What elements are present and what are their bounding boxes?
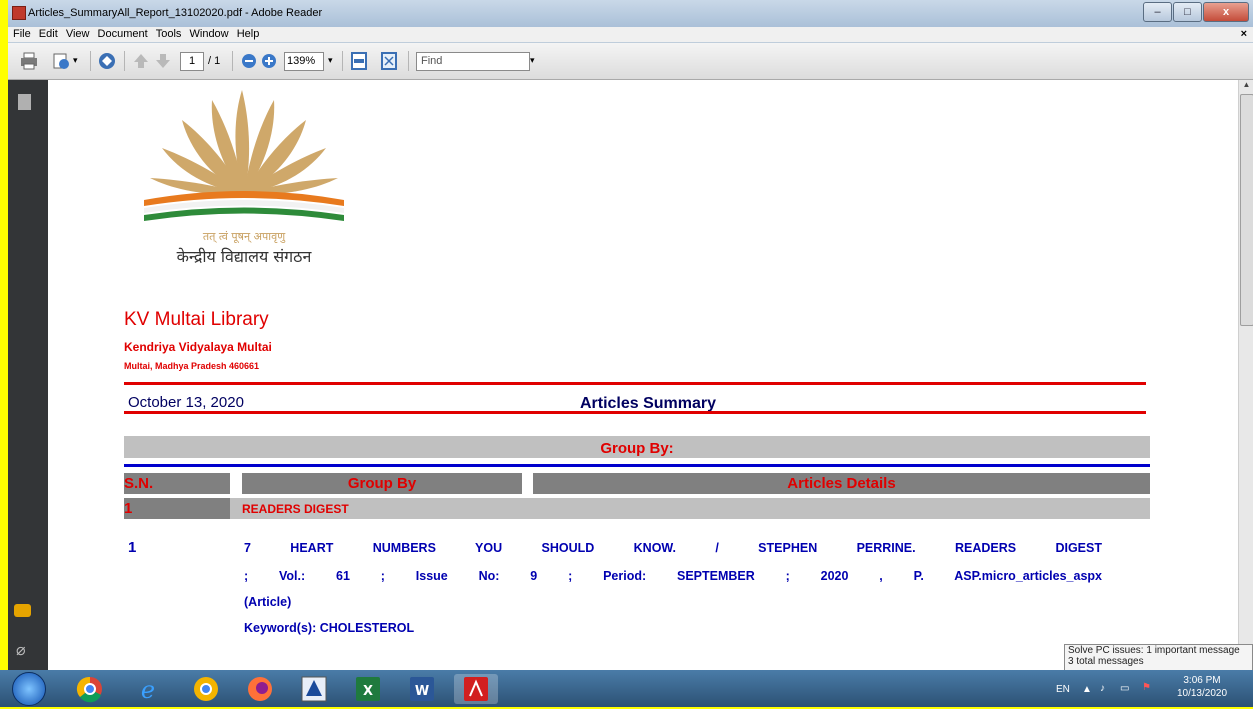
menu-view[interactable]: View <box>66 27 90 42</box>
scroll-up-icon[interactable]: ▲ <box>1239 80 1253 94</box>
adobe-reader-taskbar-icon[interactable] <box>454 674 498 704</box>
school-address: Multai, Madhya Pradesh 460661 <box>124 361 260 371</box>
toolbar-separator <box>408 51 409 71</box>
menu-edit[interactable]: Edit <box>39 27 58 42</box>
close-document-button[interactable]: × <box>1241 27 1247 42</box>
comments-panel-icon[interactable] <box>14 604 31 617</box>
report-date: October 13, 2020 <box>128 394 244 411</box>
document-page: तत् त्वं पूषन् अपावृणु केन्द्रीय विद्याल… <box>48 80 1238 670</box>
menu-window[interactable]: Window <box>190 27 229 42</box>
header-divider-bottom <box>124 411 1146 414</box>
group-name: READERS DIGEST <box>242 502 349 516</box>
menu-tools[interactable]: Tools <box>156 27 182 42</box>
collaborate-icon[interactable] <box>98 52 116 70</box>
word-taskbar-icon[interactable]: W <box>400 674 444 704</box>
toolbar-separator <box>90 51 91 71</box>
create-pdf-icon[interactable] <box>52 52 70 70</box>
logo-name: केन्द्रीय विद्यालय संगठन <box>177 247 313 266</box>
svg-text:e: e <box>141 676 155 704</box>
svg-text:X: X <box>363 684 373 699</box>
show-hidden-icons-icon[interactable]: ▲ <box>1082 684 1092 695</box>
taskbar-clock[interactable]: 3:06 PM 10/13/2020 <box>1172 674 1232 700</box>
header-sn: S.N. <box>124 473 230 494</box>
firefox-taskbar-icon[interactable] <box>238 674 282 704</box>
chrome-taskbar-icon[interactable] <box>68 674 112 704</box>
article-type: (Article) <box>244 595 292 609</box>
excel-taskbar-icon[interactable]: X <box>346 674 390 704</box>
window-title: Articles_SummaryAll_Report_13102020.pdf … <box>28 7 323 19</box>
article-keywords: Keyword(s): CHOLESTEROL <box>244 621 415 635</box>
kvs-logo: तत् त्वं पूषन् अपावृणु केन्द्रीय विद्याल… <box>144 90 344 266</box>
network-icon[interactable]: ▭ <box>1120 683 1129 694</box>
minimize-button[interactable]: – <box>1143 2 1172 22</box>
menu-bar: File Edit View Document Tools Window Hel… <box>8 27 1253 42</box>
logo-motto: तत् त्वं पूषन् अपावृणु <box>203 230 286 244</box>
library-app-taskbar-icon[interactable] <box>292 674 336 704</box>
page-total-label: / 1 <box>208 55 221 67</box>
chrome-alt-taskbar-icon[interactable] <box>184 674 228 704</box>
find-dropdown-icon[interactable]: ▾ <box>530 55 535 75</box>
zoom-level-input[interactable]: 139% <box>284 52 324 71</box>
menu-document[interactable]: Document <box>98 27 148 42</box>
notification-line-1: Solve PC issues: 1 important message <box>1068 645 1240 656</box>
group-by-bar: Group By: <box>124 436 1150 458</box>
zoom-dropdown-icon[interactable]: ▾ <box>328 55 333 75</box>
article-number: 1 <box>128 539 137 556</box>
svg-text:W: W <box>415 684 429 699</box>
pages-panel-icon[interactable] <box>18 94 31 110</box>
vertical-scrollbar[interactable]: ▲ <box>1238 80 1253 670</box>
article-line-2: ; Vol.: 61 ; Issue No: 9 ; Period: SEPTE… <box>244 569 1102 583</box>
volume-icon[interactable]: ♪ <box>1100 683 1105 694</box>
next-page-icon[interactable] <box>154 52 172 70</box>
group-row: 1 READERS DIGEST <box>124 498 1150 519</box>
toolbar-separator <box>342 51 343 71</box>
action-center-flag-icon[interactable]: ⚑ <box>1142 682 1151 693</box>
fit-page-icon[interactable] <box>380 52 398 70</box>
find-input[interactable]: Find <box>416 52 530 71</box>
clock-time: 3:06 PM <box>1183 675 1221 686</box>
zoom-out-icon[interactable] <box>240 52 258 70</box>
print-icon[interactable] <box>20 52 38 70</box>
library-name: KV Multai Library <box>124 309 269 330</box>
language-indicator[interactable]: EN <box>1056 684 1070 695</box>
maximize-button[interactable]: □ <box>1173 2 1202 22</box>
internet-explorer-taskbar-icon[interactable]: e <box>126 674 170 704</box>
zoom-in-icon[interactable] <box>260 52 278 70</box>
adobe-reader-app-icon[interactable] <box>12 6 26 20</box>
school-name: Kendriya Vidyalaya Multai <box>124 340 272 354</box>
header-group-by: Group By <box>242 473 522 494</box>
previous-page-icon[interactable] <box>132 52 150 70</box>
scrollbar-thumb[interactable] <box>1240 94 1253 326</box>
adobe-reader-window: Articles_SummaryAll_Report_13102020.pdf … <box>8 0 1253 707</box>
attachments-panel-icon[interactable]: ⌀ <box>16 640 26 660</box>
group-by-label: Group By: <box>600 440 674 457</box>
table-divider <box>124 464 1150 467</box>
article-line-1: 7 HEART NUMBERS YOU SHOULD KNOW. / STEPH… <box>244 541 1102 555</box>
navigation-panel: ⌀ <box>8 80 48 670</box>
notification-line-2: 3 total messages <box>1068 656 1144 667</box>
menu-file[interactable]: File <box>13 27 31 42</box>
start-button[interactable] <box>12 672 46 706</box>
title-bar: Articles_SummaryAll_Report_13102020.pdf … <box>8 0 1253 27</box>
create-pdf-dropdown-icon[interactable]: ▾ <box>73 55 78 75</box>
taskbar: e X W EN ▲ ♪ ▭ ⚑ 3:06 PM 10/13/2020 <box>0 670 1253 707</box>
toolbar-separator <box>124 51 125 71</box>
header-articles-details: Articles Details <box>533 473 1150 494</box>
group-number: 1 <box>124 498 230 519</box>
toolbar: ▾ 1 / 1 139% ▾ Find ▾ <box>8 43 1253 80</box>
clock-date: 10/13/2020 <box>1176 688 1228 699</box>
menu-help[interactable]: Help <box>237 27 260 42</box>
close-button[interactable]: x <box>1203 2 1249 22</box>
header-divider-top <box>124 382 1146 385</box>
page-number-input[interactable]: 1 <box>180 52 204 71</box>
fit-width-icon[interactable] <box>350 52 368 70</box>
toolbar-separator <box>232 51 233 71</box>
